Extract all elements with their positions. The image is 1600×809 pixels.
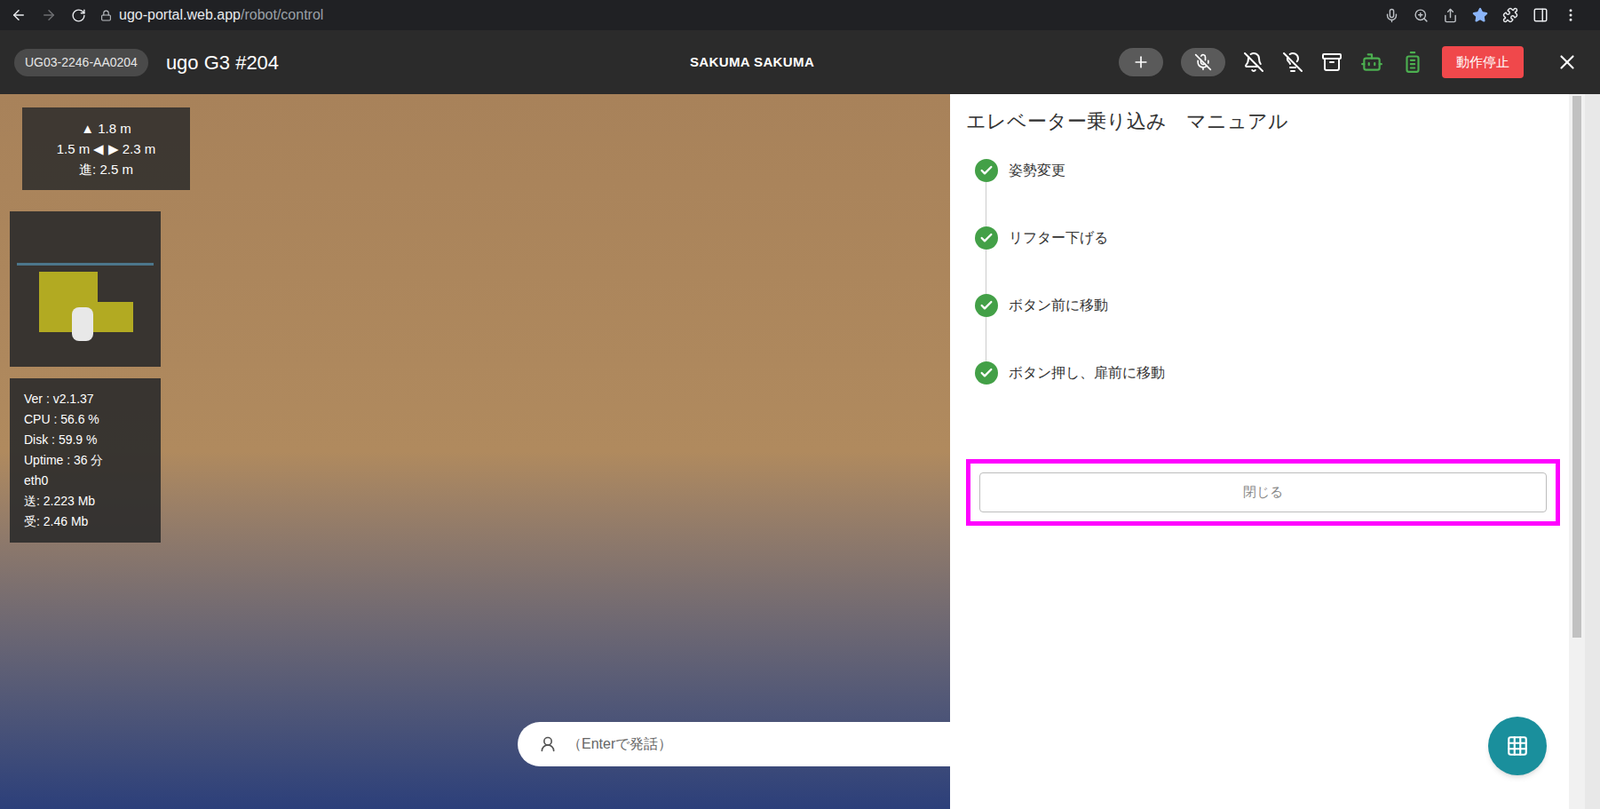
back-icon[interactable]	[10, 7, 27, 24]
distance-line: ▲ 1.8 m	[80, 118, 132, 139]
stats-line: Disk : 59.9 %	[23, 429, 147, 451]
speech-placeholder: （Enterで発話）	[567, 733, 673, 755]
share-icon[interactable]	[1442, 7, 1458, 24]
distance-line: 1.5 m ◀ ▶ 2.3 m	[56, 138, 157, 159]
stats-line: CPU : 56.6 %	[23, 409, 147, 430]
step-item: リフター下げる	[974, 226, 1561, 250]
mic-icon[interactable]	[1384, 7, 1400, 24]
lock-icon	[100, 9, 112, 22]
robot-icon[interactable]	[1360, 50, 1384, 74]
url-field[interactable]: ugo-portal.web.app/robot/control	[100, 4, 1371, 26]
stats-line: Ver : v2.1.37	[23, 388, 147, 410]
stats-line: 送: 2.223 Mb	[23, 491, 147, 512]
scrollbar[interactable]	[1568, 94, 1585, 809]
close-button-frame: 閉じる	[966, 459, 1561, 526]
robot-id-badge: UG03-2246-AA0204	[14, 48, 149, 77]
stats-box: Ver : v2.1.37CPU : 56.6 %Disk : 59.9 %Up…	[9, 378, 161, 543]
stop-button[interactable]: 動作停止	[1441, 46, 1524, 80]
manual-title: エレベーター乗り込み マニュアル	[966, 106, 1561, 136]
user-name: SAKUMA SAKUMA	[689, 52, 815, 73]
app-header: UG03-2246-AA0204 ugo G3 #204 SAKUMA SAKUMA…	[0, 30, 1600, 95]
step-check-icon	[974, 226, 999, 250]
step-connector	[985, 316, 987, 362]
battery-icon	[1401, 50, 1425, 74]
app: ugo-portal.web.app/robot/control UG03-224…	[0, 0, 1600, 809]
step-item: 姿勢変更	[974, 158, 1561, 183]
step-label: 姿勢変更	[1008, 159, 1066, 182]
menu-icon[interactable]	[1562, 7, 1579, 24]
alarm-off-icon[interactable]	[1243, 51, 1265, 73]
step-list: 姿勢変更リフター下げるボタン前に移動ボタン押し、扉前に移動	[966, 158, 1561, 385]
speech-input[interactable]: （Enterで発話）	[517, 721, 951, 767]
step-connector	[985, 249, 987, 294]
step-label: ボタン前に移動	[1008, 294, 1109, 317]
close-button[interactable]: 閉じる	[979, 472, 1547, 513]
star-icon[interactable]	[1472, 7, 1489, 24]
stats-line: eth0	[23, 470, 147, 492]
add-button[interactable]	[1118, 47, 1164, 77]
manual-panel: エレベーター乗り込み マニュアル姿勢変更リフター下げるボタン前に移動ボタン押し、…	[950, 94, 1600, 809]
mic-off-icon	[1194, 53, 1212, 72]
browser-bar: ugo-portal.web.app/robot/control	[0, 0, 1600, 31]
distance-line: 進: 2.5 m	[79, 158, 134, 180]
camera-view: ▲ 1.8 m1.5 m ◀ ▶ 2.3 m進: 2.5 m Ver : v2.1…	[0, 94, 951, 809]
extensions-icon[interactable]	[1502, 7, 1519, 24]
stats-line: Uptime : 36 分	[23, 450, 147, 471]
url-text: ugo-portal.web.app/robot/control	[118, 4, 324, 26]
close-icon[interactable]	[1555, 50, 1579, 74]
forward-icon[interactable]	[40, 7, 57, 24]
zoom-icon[interactable]	[1413, 7, 1429, 24]
step-item: ボタン前に移動	[974, 293, 1561, 317]
step-label: ボタン押し、扉前に移動	[1008, 362, 1165, 384]
stats-line: 受: 2.46 Mb	[23, 511, 147, 532]
apps-fab[interactable]	[1488, 716, 1547, 776]
step-check-icon	[974, 158, 999, 183]
minimap-grid-icon	[16, 218, 154, 360]
step-check-icon	[974, 293, 999, 317]
distance-box: ▲ 1.8 m1.5 m ◀ ▶ 2.3 m進: 2.5 m	[22, 107, 191, 191]
light-off-icon[interactable]	[1282, 51, 1304, 73]
step-label: リフター下げる	[1008, 227, 1109, 249]
archive-icon[interactable]	[1321, 51, 1343, 73]
plus-icon	[1132, 53, 1150, 72]
mic-toggle[interactable]	[1180, 47, 1226, 77]
step-connector	[985, 182, 987, 227]
robot-title: ugo G3 #204	[166, 47, 279, 78]
step-item: ボタン押し、扉前に移動	[974, 361, 1561, 385]
grid-icon	[1505, 734, 1529, 758]
reload-icon[interactable]	[71, 7, 87, 24]
step-check-icon	[974, 361, 999, 385]
side-panel-icon[interactable]	[1532, 7, 1549, 24]
speaker-icon	[538, 735, 557, 753]
minimap	[9, 211, 161, 367]
